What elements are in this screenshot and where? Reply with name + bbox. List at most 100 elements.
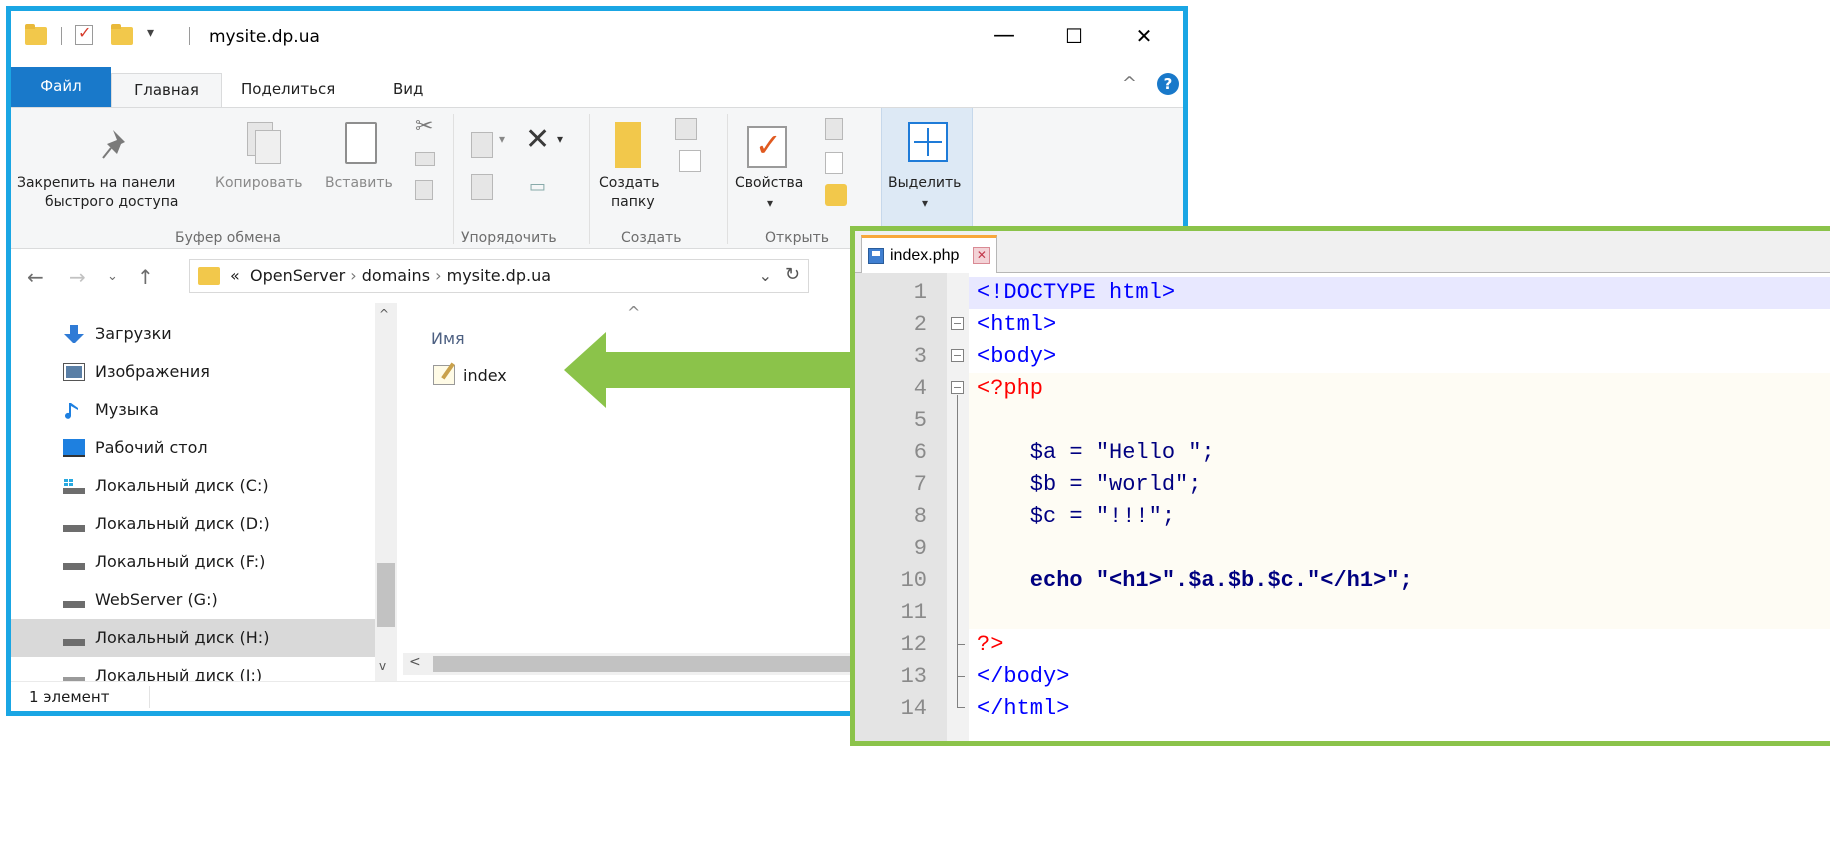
fold-toggle-icon[interactable] (951, 317, 964, 330)
chevron-down-icon: ▾ (922, 196, 929, 210)
sidebar-item-music[interactable]: Музыка (11, 391, 377, 429)
line-number: 12 (900, 632, 927, 657)
scrollbar-thumb[interactable] (433, 656, 853, 672)
code-editor-window: index.php ✕ 1 2 3 4 5 6 7 8 9 10 11 12 1… (850, 226, 1830, 746)
line-number: 13 (900, 664, 927, 689)
paste-button[interactable]: Вставить (325, 174, 393, 193)
up-arrow-icon[interactable]: ↑ (137, 265, 154, 289)
copy-path-icon[interactable] (415, 152, 435, 166)
group-divider (727, 114, 728, 244)
line-number: 6 (913, 440, 927, 465)
code-area[interactable]: <!DOCTYPE html> <html> <body> <?php $a =… (969, 273, 1830, 741)
sidebar-item-drive-c[interactable]: Локальный диск (C:) (11, 467, 377, 505)
file-item-index[interactable]: index (433, 365, 507, 385)
sidebar-item-label: Локальный диск (F:) (95, 552, 266, 571)
new-item-icon[interactable] (675, 118, 697, 140)
forward-arrow-icon[interactable]: → (69, 265, 86, 289)
chevron-down-icon[interactable]: ⌄ (759, 266, 772, 285)
breadcrumb-separator[interactable]: › (435, 266, 441, 285)
history-icon[interactable] (825, 184, 847, 206)
sidebar-item-drive-d[interactable]: Локальный диск (D:) (11, 505, 377, 543)
sidebar-scrollbar[interactable]: ^ v (375, 303, 397, 681)
copy-button[interactable]: Копировать (215, 174, 302, 193)
line-number: 8 (913, 504, 927, 529)
tab-share[interactable]: Поделиться (225, 73, 351, 109)
open-icon[interactable] (825, 118, 843, 140)
rename-icon[interactable]: ▭ (529, 176, 546, 197)
sidebar-item-pictures[interactable]: Изображения (11, 353, 377, 391)
tab-index-php[interactable]: index.php ✕ (861, 235, 998, 273)
download-icon (64, 325, 84, 343)
move-to-icon[interactable] (471, 132, 493, 158)
help-icon[interactable]: ? (1157, 73, 1179, 95)
sidebar-item-downloads[interactable]: Загрузки (11, 315, 377, 353)
paste-shortcut-icon[interactable] (415, 180, 433, 200)
properties-button[interactable]: Свойства (735, 174, 803, 193)
select-button[interactable]: Выделить (888, 174, 961, 193)
fold-line (957, 395, 958, 707)
sidebar-item-drive-i[interactable]: Локальный диск (I:) (11, 657, 377, 681)
recent-locations-icon[interactable]: ⌄ (107, 269, 118, 284)
divider (61, 27, 62, 45)
sidebar-item-drive-g[interactable]: WebServer (G:) (11, 581, 377, 619)
properties-icon[interactable]: ✓ (747, 126, 787, 168)
properties-quick-icon[interactable] (75, 23, 93, 45)
breadcrumb-mysite[interactable]: mysite.dp.ua (447, 266, 551, 285)
fold-toggle-icon[interactable] (951, 349, 964, 362)
new-folder-icon[interactable] (615, 122, 641, 168)
title-bar: ▾ mysite.dp.ua — ☐ ✕ (11, 11, 1183, 63)
code-text: <?php (977, 376, 1044, 401)
close-button[interactable]: ✕ (1121, 21, 1167, 53)
collapse-ribbon-icon[interactable]: ^ (1122, 73, 1137, 94)
scroll-down-icon[interactable]: v (379, 659, 386, 673)
close-tab-icon[interactable]: ✕ (973, 247, 991, 264)
line-number: 3 (913, 344, 927, 369)
new-folder-button-line2[interactable]: папку (611, 193, 655, 212)
paste-icon[interactable] (345, 122, 377, 164)
line-number: 5 (913, 408, 927, 433)
edit-icon[interactable] (825, 152, 843, 174)
sidebar-item-label: Музыка (95, 400, 159, 419)
pictures-icon (63, 363, 85, 381)
breadcrumb-domains[interactable]: domains (362, 266, 430, 285)
tab-label: index.php (890, 246, 960, 264)
horizontal-scrollbar[interactable]: < (403, 653, 863, 675)
breadcrumb-openserver[interactable]: OpenServer (250, 266, 345, 285)
refresh-icon[interactable]: ↻ (785, 264, 800, 285)
minimize-button[interactable]: — (981, 21, 1027, 53)
group-clipboard-label: Буфер обмена (175, 230, 281, 246)
scrollbar-thumb[interactable] (377, 563, 395, 627)
line-number: 4 (913, 376, 927, 401)
copy-to-icon[interactable] (471, 174, 493, 200)
select-icon[interactable] (908, 122, 948, 162)
easy-access-icon[interactable] (679, 150, 701, 172)
customize-quick-access-icon[interactable]: ▾ (147, 25, 154, 41)
pin-label-line2[interactable]: быстрого доступа (45, 193, 178, 212)
breadcrumb-separator[interactable]: › (350, 266, 356, 285)
fold-toggle-icon[interactable] (951, 381, 964, 394)
maximize-button[interactable]: ☐ (1051, 21, 1097, 53)
tab-file[interactable]: Файл (11, 67, 111, 109)
breadcrumb-overflow[interactable]: « (230, 266, 240, 285)
column-header-name[interactable]: Имя (431, 329, 465, 348)
back-arrow-icon[interactable]: ← (27, 265, 44, 289)
item-count: 1 элемент (29, 688, 110, 706)
code-line: ?> (969, 629, 1830, 661)
sidebar-item-drive-h[interactable]: Локальный диск (H:) (11, 619, 377, 657)
fold-end (957, 707, 965, 708)
sidebar-item-drive-f[interactable]: Локальный диск (F:) (11, 543, 377, 581)
tab-view[interactable]: Вид (377, 73, 439, 109)
chevron-down-icon: ▾ (767, 196, 774, 210)
pin-label[interactable]: Закрепить на панели (17, 174, 175, 193)
scroll-left-icon[interactable]: < (409, 654, 421, 670)
code-line (969, 405, 1830, 437)
cut-icon[interactable]: ✂ (415, 114, 433, 139)
sidebar-item-desktop[interactable]: Рабочий стол (11, 429, 377, 467)
tab-home[interactable]: Главная (111, 73, 222, 109)
new-folder-quick-icon[interactable] (111, 24, 133, 45)
new-folder-button[interactable]: Создать (599, 174, 659, 193)
path-field[interactable]: « OpenServer › domains › mysite.dp.ua ⌄ … (189, 259, 809, 293)
pin-icon[interactable] (101, 126, 135, 162)
delete-icon[interactable]: ✕ (525, 122, 550, 157)
scroll-up-icon[interactable]: ^ (379, 307, 389, 321)
